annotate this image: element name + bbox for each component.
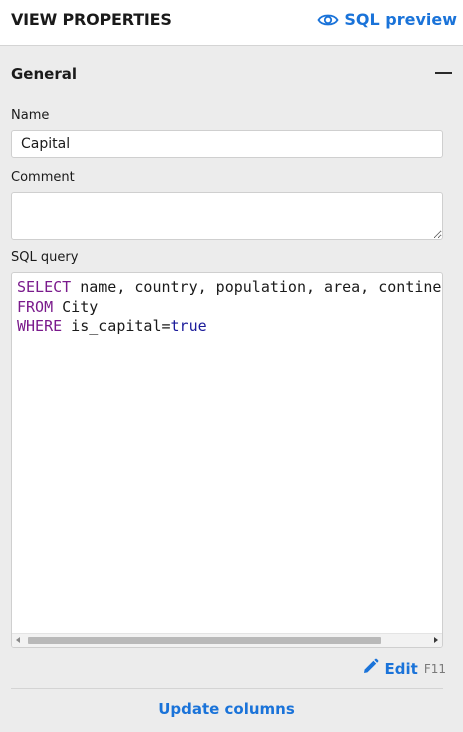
horizontal-scrollbar[interactable] xyxy=(12,633,442,647)
divider xyxy=(11,688,443,689)
sql-code: SELECT name, country, population, area, … xyxy=(17,278,443,337)
panel-title: VIEW PROPERTIES xyxy=(11,10,172,29)
edit-shortcut: F11 xyxy=(423,661,446,676)
update-columns-button[interactable]: Update columns xyxy=(0,700,453,718)
panel-header: VIEW PROPERTIES SQL preview xyxy=(0,0,463,46)
name-input[interactable] xyxy=(11,130,443,158)
scrollbar-thumb[interactable] xyxy=(28,637,381,644)
scroll-left-arrow-icon[interactable] xyxy=(16,637,20,643)
eye-icon xyxy=(317,12,339,28)
sql-from-table: City xyxy=(53,297,99,316)
edit-label: Edit xyxy=(384,659,418,678)
scroll-right-arrow-icon[interactable] xyxy=(434,637,438,643)
sql-preview-button[interactable]: SQL preview xyxy=(317,10,457,29)
sql-query-editor[interactable]: SELECT name, country, population, area, … xyxy=(11,272,443,648)
sql-preview-label: SQL preview xyxy=(344,10,457,29)
comment-textarea[interactable] xyxy=(11,192,443,240)
edit-row: Edit F11 xyxy=(362,658,446,679)
comment-label: Comment xyxy=(11,170,75,185)
general-section-header[interactable]: General xyxy=(11,64,452,84)
sql-keyword-select: SELECT xyxy=(17,278,72,296)
sql-where-condition: is_capital= xyxy=(62,317,171,335)
sql-query-label: SQL query xyxy=(11,250,79,265)
edit-button[interactable]: Edit xyxy=(362,658,418,679)
pencil-icon xyxy=(362,658,379,679)
sql-keyword-where: WHERE xyxy=(17,317,63,335)
sql-keyword-from: FROM xyxy=(17,297,54,316)
minus-icon[interactable] xyxy=(435,72,452,74)
sql-select-columns: name, country, population, area, contine… xyxy=(71,278,443,296)
name-label: Name xyxy=(11,108,50,123)
section-title: General xyxy=(11,65,77,83)
sql-boolean-value: true xyxy=(170,317,207,335)
